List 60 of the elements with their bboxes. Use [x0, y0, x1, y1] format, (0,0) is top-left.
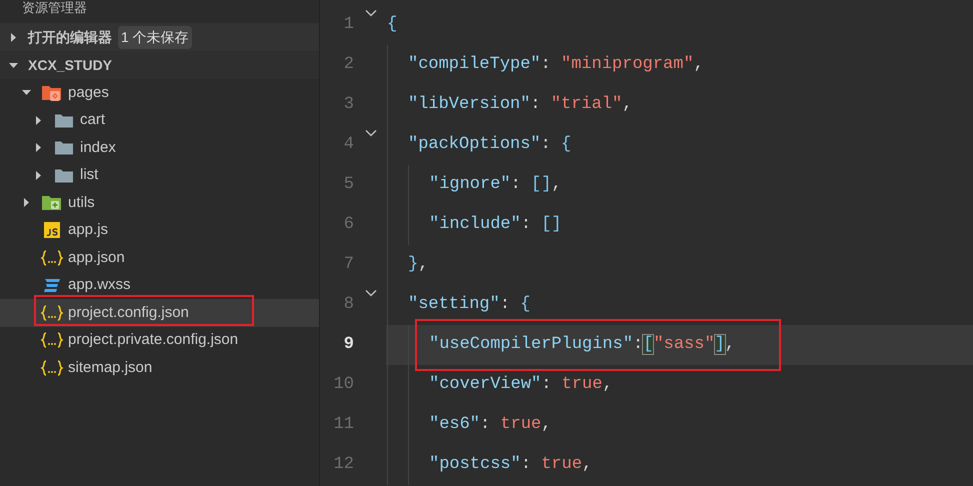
tree-item[interactable]: index [0, 134, 319, 162]
tree-item[interactable]: sitemap.json [0, 354, 319, 382]
code-line: "libVersion": "trial", [408, 94, 632, 116]
fold-chevron-icon[interactable] [365, 289, 377, 297]
folder-icon [41, 84, 63, 102]
line-number: 2 [342, 54, 354, 76]
tree-item[interactable]: list [0, 162, 319, 189]
tree-item[interactable]: project.private.config.json [0, 326, 319, 354]
unsaved-badge: 1 个未保存 [118, 26, 192, 48]
code-line: "es6": true, [429, 414, 552, 436]
line-number: 4 [342, 134, 354, 156]
line-number: 10 [332, 374, 354, 396]
code-line: "postcss": true, [429, 454, 592, 476]
caret-down-icon[interactable] [9, 60, 18, 70]
braces-file-icon [41, 360, 63, 376]
code-line: "setting": { [408, 294, 530, 316]
braces-file-icon [41, 332, 63, 348]
line-number: 11 [332, 414, 354, 436]
css-file-icon [42, 278, 62, 292]
code-line: "compileType": "miniprogram", [408, 54, 704, 76]
folder-icon [55, 112, 73, 128]
caret-right-icon[interactable] [34, 170, 43, 180]
js-file-icon [43, 222, 61, 238]
code-line: "useCompilerPlugins":["sass"], [429, 334, 736, 356]
section-header[interactable]: XCX_STUDY [0, 51, 319, 79]
line-number: 9 [342, 334, 354, 356]
folder-icon [41, 194, 63, 212]
code-line: { [387, 14, 398, 36]
code-line: "ignore": [], [429, 174, 562, 196]
caret-right-icon[interactable] [34, 143, 43, 152]
section-header[interactable]: 打开的编辑器 1 个未保存 [0, 23, 319, 51]
line-number: 7 [342, 254, 354, 276]
line-number: 3 [342, 94, 354, 116]
caret-right-icon[interactable] [22, 198, 31, 208]
fold-chevron-icon[interactable] [365, 9, 377, 17]
caret-right-icon[interactable] [9, 32, 18, 42]
tree-item[interactable]: app.js [0, 216, 319, 244]
tree-item[interactable]: project.config.json [0, 299, 319, 326]
panel-title: 资源管理器 [22, 0, 87, 15]
tree-item[interactable]: pages [0, 79, 319, 106]
caret-right-icon[interactable] [34, 116, 43, 125]
folder-icon [55, 140, 73, 156]
line-number: 1 [342, 14, 354, 36]
fold-chevron-icon[interactable] [365, 129, 377, 137]
line-number: 6 [342, 214, 354, 236]
braces-file-icon [41, 304, 63, 321]
caret-down-icon[interactable] [22, 88, 31, 98]
line-number: 8 [342, 294, 354, 316]
tree-item[interactable]: utils [0, 189, 319, 216]
code-line: "include": [] [429, 214, 562, 236]
tree-item[interactable]: cart [0, 106, 319, 134]
code-line: "coverView": true, [429, 374, 613, 396]
tree-item[interactable]: app.wxss [0, 272, 319, 299]
code-line: }, [408, 254, 428, 276]
braces-file-icon [41, 250, 63, 266]
line-number: 5 [342, 174, 354, 196]
code-line: "packOptions": { [408, 134, 572, 156]
line-number: 12 [332, 454, 354, 476]
tree-item[interactable]: app.json [0, 244, 319, 272]
folder-icon [55, 168, 73, 183]
